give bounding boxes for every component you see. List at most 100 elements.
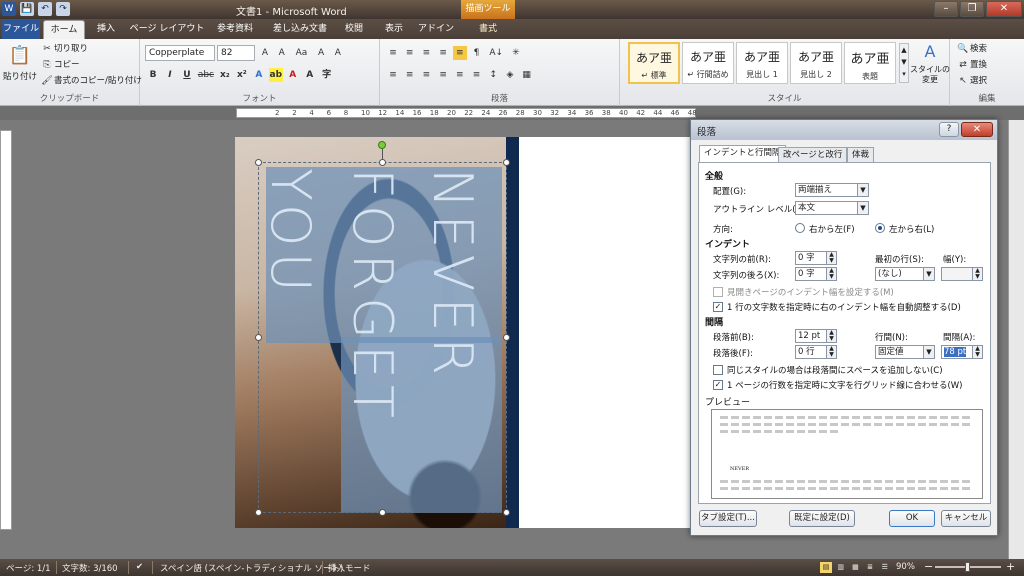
rtl-label[interactable]: 右から左(F) bbox=[809, 223, 855, 235]
close-button[interactable]: ✕ bbox=[986, 1, 1022, 17]
undo-icon[interactable]: ↶ bbox=[38, 2, 52, 16]
paste-icon[interactable]: 📋 bbox=[6, 43, 34, 69]
print-layout-icon[interactable]: ▤ bbox=[820, 562, 832, 573]
zoom-slider-thumb[interactable] bbox=[965, 562, 970, 572]
clear-format-icon[interactable]: A bbox=[314, 46, 328, 60]
numbering-icon[interactable]: ≡ bbox=[403, 46, 417, 60]
styles-scroll-icon[interactable]: ▲ ▼ ▾ bbox=[899, 43, 909, 83]
language-status[interactable]: スペイン語 (スペイン-トラディショナル ソート) bbox=[160, 562, 343, 574]
indent-before-spinner[interactable]: 0 字 ▲ ▼ bbox=[795, 251, 837, 265]
style-heading1[interactable]: あア亜 見出し 1 bbox=[736, 42, 788, 84]
tab-references[interactable]: 参考資料 bbox=[208, 20, 262, 39]
alignment-dropdown[interactable]: 両端揃え ▼ bbox=[795, 183, 869, 197]
space-before-spinner[interactable]: 12 pt ▲ ▼ bbox=[795, 329, 837, 343]
spinner-arrows-icon[interactable]: ▲ ▼ bbox=[826, 346, 836, 358]
textbox-selection[interactable] bbox=[258, 162, 507, 513]
draft-view-icon[interactable]: ☰ bbox=[879, 562, 891, 573]
tab-home[interactable]: ホーム bbox=[43, 20, 85, 39]
distribute-icon[interactable]: ≡ bbox=[453, 68, 467, 82]
spinner-arrows-icon[interactable]: ▲ ▼ bbox=[972, 346, 982, 358]
shading-icon[interactable]: ◈ bbox=[503, 68, 517, 82]
no-space-checkbox[interactable] bbox=[713, 365, 723, 375]
tab-line-page-breaks[interactable]: 改ページと改行 bbox=[778, 147, 848, 162]
italic-icon[interactable]: I bbox=[163, 68, 177, 82]
first-line-dropdown[interactable]: (なし) ▼ bbox=[875, 267, 935, 281]
bullets-icon[interactable]: ≡ bbox=[386, 46, 400, 60]
zoom-level[interactable]: 90% bbox=[896, 562, 915, 572]
vertical-scrollbar[interactable] bbox=[1008, 120, 1024, 560]
indent-width-spinner[interactable]: ▲ ▼ bbox=[941, 267, 983, 281]
snap-grid-label[interactable]: 1 ページの行数を指定時に文字を行グリッド線に合わせる(W) bbox=[727, 379, 962, 391]
mirror-indent-checkbox[interactable] bbox=[713, 287, 723, 297]
text-effects-icon[interactable]: A bbox=[252, 68, 266, 82]
auto-adjust-checkbox[interactable]: ✓ bbox=[713, 302, 723, 312]
auto-adjust-label[interactable]: 1 行の文字数を指定時に右のインデント幅を自動調整する(D) bbox=[727, 301, 961, 313]
horizontal-ruler[interactable]: 2 2 4 6 8 10 12 14 16 18 20 22 24 26 28 30 32 34 36 38 40 42 4… bbox=[0, 106, 1024, 120]
shrink-font-icon[interactable]: A bbox=[275, 46, 289, 60]
rtl-radio[interactable] bbox=[795, 223, 805, 233]
page-count[interactable]: ページ: 1/1 bbox=[6, 562, 51, 574]
spinner-arrows-icon[interactable]: ▲ ▼ bbox=[826, 252, 836, 264]
tab-format[interactable]: 書式 bbox=[464, 20, 512, 39]
spinner-arrows-icon[interactable]: ▲ ▼ bbox=[826, 268, 836, 280]
insert-mode-status[interactable]: 挿入モード bbox=[328, 562, 371, 574]
tab-file[interactable]: ファイル bbox=[2, 20, 40, 39]
tab-view[interactable]: 表示 bbox=[376, 20, 412, 39]
tab-addins[interactable]: アドイン bbox=[416, 20, 456, 39]
change-styles-icon[interactable]: A bbox=[914, 41, 946, 63]
find-button[interactable]: 🔍検索 bbox=[956, 41, 987, 57]
dialog-title-bar[interactable]: 段落 ? ✕ bbox=[691, 120, 997, 140]
change-case-icon[interactable]: Aa bbox=[291, 46, 311, 60]
ltr-radio[interactable] bbox=[875, 223, 885, 233]
style-normal[interactable]: あア亜 ↵ 標準 bbox=[628, 42, 680, 84]
style-heading2[interactable]: あア亜 見出し 2 bbox=[790, 42, 842, 84]
line-spacing-dropdown[interactable]: 固定値 ▼ bbox=[875, 345, 935, 359]
sort-icon[interactable]: A↓ bbox=[486, 46, 506, 60]
char-border-icon[interactable]: A bbox=[331, 46, 345, 60]
font-name-combo[interactable]: Copperplate bbox=[145, 45, 215, 61]
cancel-button[interactable]: キャンセル bbox=[941, 510, 991, 527]
tab-indent-spacing[interactable]: インデントと行間隔 bbox=[699, 145, 786, 163]
space-after-spinner[interactable]: 0 行 ▲ ▼ bbox=[795, 345, 837, 359]
increase-indent-icon[interactable]: ≡ bbox=[452, 45, 467, 60]
tab-page-layout[interactable]: ページ レイアウト bbox=[128, 20, 206, 39]
word-count[interactable]: 文字数: 3/160 bbox=[62, 562, 118, 574]
spacing-at-spinner[interactable]: 78 pt ▲ ▼ bbox=[941, 345, 983, 359]
tab-insert[interactable]: 挿入 bbox=[88, 20, 124, 39]
tab-mailings[interactable]: 差し込み文書 bbox=[266, 20, 334, 39]
strikethrough-icon[interactable]: abc bbox=[197, 68, 215, 82]
maximize-button[interactable]: ❐ bbox=[960, 1, 984, 17]
style-title[interactable]: あア亜 表題 bbox=[844, 42, 896, 84]
dialog-close-button[interactable]: ✕ bbox=[961, 122, 993, 137]
enclose-char-icon[interactable]: 字 bbox=[320, 68, 334, 82]
set-default-button[interactable]: 既定に設定(D) bbox=[789, 510, 855, 527]
web-layout-icon[interactable]: ▦ bbox=[849, 562, 861, 573]
highlight-icon[interactable]: ab bbox=[268, 67, 283, 82]
spinner-arrows-icon[interactable]: ▲ ▼ bbox=[972, 268, 982, 280]
change-styles-button[interactable]: スタイルの 変更 bbox=[910, 65, 950, 89]
tab-review[interactable]: 校閲 bbox=[336, 20, 372, 39]
font-color-icon[interactable]: A bbox=[286, 68, 300, 82]
decrease-indent-icon[interactable]: ≡ bbox=[436, 46, 450, 60]
copy-button[interactable]: ⎘ コピー bbox=[40, 57, 79, 73]
resize-handle-tl[interactable] bbox=[255, 159, 262, 166]
full-screen-icon[interactable]: ▥ bbox=[835, 562, 847, 573]
bold-icon[interactable]: B bbox=[146, 68, 160, 82]
align-center-icon[interactable]: ≡ bbox=[403, 68, 417, 82]
tabs-button[interactable]: タブ設定(T)... bbox=[699, 510, 757, 527]
align-right-icon[interactable]: ≡ bbox=[419, 68, 433, 82]
zoom-in-button[interactable]: + bbox=[1006, 560, 1015, 573]
save-icon[interactable]: 💾 bbox=[20, 2, 34, 16]
spinner-arrows-icon[interactable]: ▲ ▼ bbox=[826, 330, 836, 342]
help-button[interactable]: ? bbox=[939, 122, 959, 137]
tab-typography[interactable]: 体裁 bbox=[847, 147, 875, 162]
outline-level-dropdown[interactable]: 本文 ▼ bbox=[795, 201, 869, 215]
cut-button[interactable]: ✂ 切り取り bbox=[40, 41, 88, 57]
rotation-handle[interactable] bbox=[378, 141, 386, 149]
justify-icon[interactable]: ≡ bbox=[436, 68, 450, 82]
underline-icon[interactable]: U bbox=[180, 68, 194, 82]
line-spacing-icon[interactable]: ↕ bbox=[486, 68, 500, 82]
word-app-icon[interactable]: W bbox=[2, 2, 16, 16]
ok-button[interactable]: OK bbox=[889, 510, 935, 527]
align-left-icon[interactable]: ≡ bbox=[386, 68, 400, 82]
